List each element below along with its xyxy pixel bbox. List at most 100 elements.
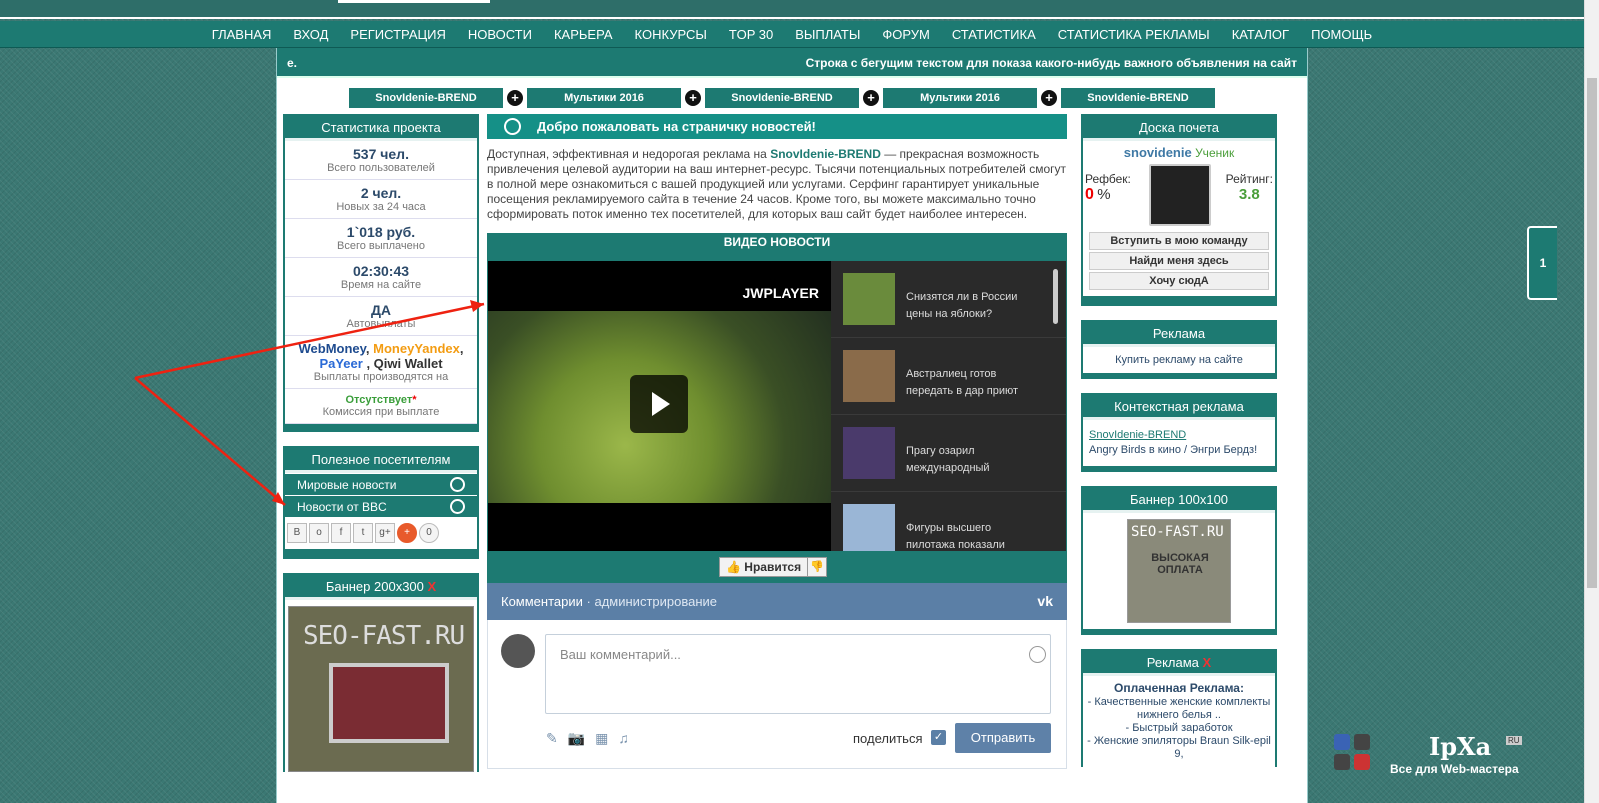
banner-200-image[interactable]: SEO-FAST.RU [288, 606, 474, 772]
facebook-share-icon[interactable]: f [331, 523, 351, 543]
playlist-scrollbar[interactable] [1053, 269, 1058, 324]
paid-ad-item[interactable]: - Качественные женские комплекты нижнего… [1085, 696, 1273, 722]
page-scrollbar[interactable] [1584, 0, 1599, 803]
send-button[interactable]: Отправить [955, 723, 1051, 753]
stat-label: Время на сайте [340, 279, 422, 291]
brand-tab[interactable]: Мультики 2016 [883, 88, 1037, 108]
nav-contests[interactable]: Конкурсы [624, 27, 718, 42]
dislike-icon[interactable]: 👎 [807, 557, 827, 577]
ok-share-icon[interactable]: о [309, 523, 329, 543]
banner-screen [329, 663, 449, 743]
paid-ads-title: Реклама X [1083, 649, 1275, 676]
video-area[interactable]: JWPLAYER [488, 261, 831, 551]
side-tab[interactable]: 1 [1527, 226, 1557, 300]
brand-tab[interactable]: Мультики 2016 [527, 88, 681, 108]
world-news-link[interactable]: Мировые новости [285, 473, 477, 495]
close-icon[interactable]: X [1203, 655, 1212, 670]
twitter-share-icon[interactable]: t [353, 523, 373, 543]
playlist-item[interactable]: Прагу озарил международный [831, 415, 1066, 492]
paid-ad-item[interactable]: - Быстрый заработок [1085, 722, 1273, 735]
nav-career[interactable]: Карьера [543, 27, 624, 42]
play-icon[interactable] [630, 375, 688, 433]
vk-comments-header: Комментарии · администрирование vk [487, 583, 1067, 620]
honor-username[interactable]: snovidenie [1124, 145, 1192, 160]
like-button[interactable]: 👍 Нравится [719, 557, 809, 577]
stat-commission: Отсутствует* Комиссия при выплате [285, 389, 477, 424]
comment-input[interactable]: Ваш комментарий... [545, 634, 1051, 714]
box-footer [1083, 629, 1275, 633]
playlist-item[interactable]: Фигуры высшего пилотажа показали [831, 492, 1066, 551]
stat-value: 537 чел. [353, 146, 409, 162]
context-link[interactable]: SnovIdenie-BREND [1089, 428, 1269, 443]
nav-catalog[interactable]: Каталог [1221, 27, 1300, 42]
add-share-icon[interactable]: + [397, 523, 417, 543]
bbc-news-link[interactable]: Новости от BBC [285, 495, 477, 517]
plus-icon[interactable]: + [685, 90, 701, 106]
plus-icon[interactable]: + [863, 90, 879, 106]
brand-tab[interactable]: SnovIdenie-BREND [349, 88, 503, 108]
honor-stats: Рефбек: 0 % Рейтинг: 3.8 [1083, 164, 1275, 230]
nav-top30[interactable]: TOP 30 [718, 27, 784, 42]
nav-news[interactable]: Новости [457, 27, 543, 42]
paid-ads-list: Оплаченная Реклама: - Качественные женск… [1083, 676, 1275, 767]
admin-link[interactable]: администрирование [594, 594, 717, 609]
banner-line: ВЫСОКАЯ ОПЛАТА [1151, 552, 1209, 576]
panda-avatar[interactable] [1149, 164, 1211, 226]
stat-label: Всего выплачено [337, 240, 425, 252]
main-nav: Главная Вход Регистрация Новости Карьера… [0, 21, 1584, 48]
welcome-bar: Добро пожаловать на страничку новостей! [487, 114, 1067, 139]
paid-ad-item[interactable]: - Женские эпиляторы Braun Silk-epil 9, [1085, 735, 1273, 761]
video-player[interactable]: JWPLAYER Снизятся ли в России цены на яб… [488, 261, 1066, 551]
playlist-title: Фигуры высшего пилотажа показали [906, 522, 1005, 551]
playlist-item[interactable]: Австралиец готов передать в дар приют [831, 338, 1066, 415]
payment-qiwi: Qiwi Wallet [373, 356, 443, 371]
nav-help[interactable]: Помощь [1300, 27, 1383, 42]
ads-box: Реклама Купить рекламу на сайте [1081, 320, 1277, 379]
ticker-text: Строка с бегущим текстом для показа како… [805, 56, 1297, 70]
plus-icon[interactable]: + [507, 90, 523, 106]
context-text[interactable]: Angry Birds в кино / Энгри Бердз! [1089, 443, 1269, 458]
logo-ru: RU [1506, 736, 1522, 745]
nav-home[interactable]: Главная [201, 27, 283, 42]
refback-label: Рефбек: [1085, 172, 1131, 186]
stat-auto: ДА Автовыплаты [285, 297, 477, 336]
scroll-thumb[interactable] [1587, 78, 1597, 588]
stat-label: Всего пользователей [327, 162, 435, 174]
nav-register[interactable]: Регистрация [339, 27, 456, 42]
banner-100-image[interactable]: SEO-FAST.RU ВЫСОКАЯ ОПЛАТА [1127, 519, 1231, 623]
brand-tab[interactable]: SnovIdenie-BREND [705, 88, 859, 108]
find-me-button[interactable]: Найди меня здесь [1089, 252, 1269, 270]
avatar [501, 634, 535, 668]
banner-brand: SEO-FAST.RU [1131, 524, 1224, 540]
attach-icons[interactable]: ✎📷▦♫ [546, 730, 639, 747]
box-footer [1083, 296, 1275, 304]
plus-icon[interactable]: + [1041, 90, 1057, 106]
jwplayer-logo: JWPLAYER [742, 285, 819, 301]
nav-statistics[interactable]: Статистика [941, 27, 1047, 42]
honor-board: Доска почета snovidenie Ученик Рефбек: 0 … [1081, 114, 1277, 306]
playlist-item[interactable]: Снизятся ли в России цены на яблоки? [831, 261, 1066, 338]
thumbnail [843, 273, 895, 325]
close-icon[interactable]: X [428, 579, 437, 594]
comments-link[interactable]: Комментарии [501, 594, 583, 609]
smile-icon[interactable] [1029, 646, 1046, 663]
gplus-share-icon[interactable]: g+ [375, 523, 395, 543]
vk-share-icon[interactable]: В [287, 523, 307, 543]
share-count: 0 [419, 523, 439, 543]
join-team-button[interactable]: Вступить в мою команду [1089, 232, 1269, 250]
logo-square [1354, 734, 1370, 750]
banner-200-label: Баннер 200x300 [325, 579, 424, 594]
buy-ads-link[interactable]: Купить рекламу на сайте [1083, 347, 1275, 373]
nav-login[interactable]: Вход [282, 27, 339, 42]
power-icon [504, 118, 521, 135]
nav-forum[interactable]: Форум [871, 27, 940, 42]
rating: Рейтинг: 3.8 [1226, 172, 1273, 203]
intro-brand: SnovIdenie-BREND [770, 147, 881, 161]
nav-payouts[interactable]: Выплаты [784, 27, 871, 42]
nav-ad-statistics[interactable]: Статистика рекламы [1047, 27, 1221, 42]
share-checkbox[interactable]: ✓ [931, 730, 946, 745]
stat-value: 2 чел. [360, 185, 402, 201]
want-here-button[interactable]: Хочу сюдА [1089, 272, 1269, 290]
right-column: Доска почета snovidenie Ученик Рефбек: 0 … [1081, 114, 1277, 781]
brand-tab[interactable]: SnovIdenie-BREND [1061, 88, 1215, 108]
